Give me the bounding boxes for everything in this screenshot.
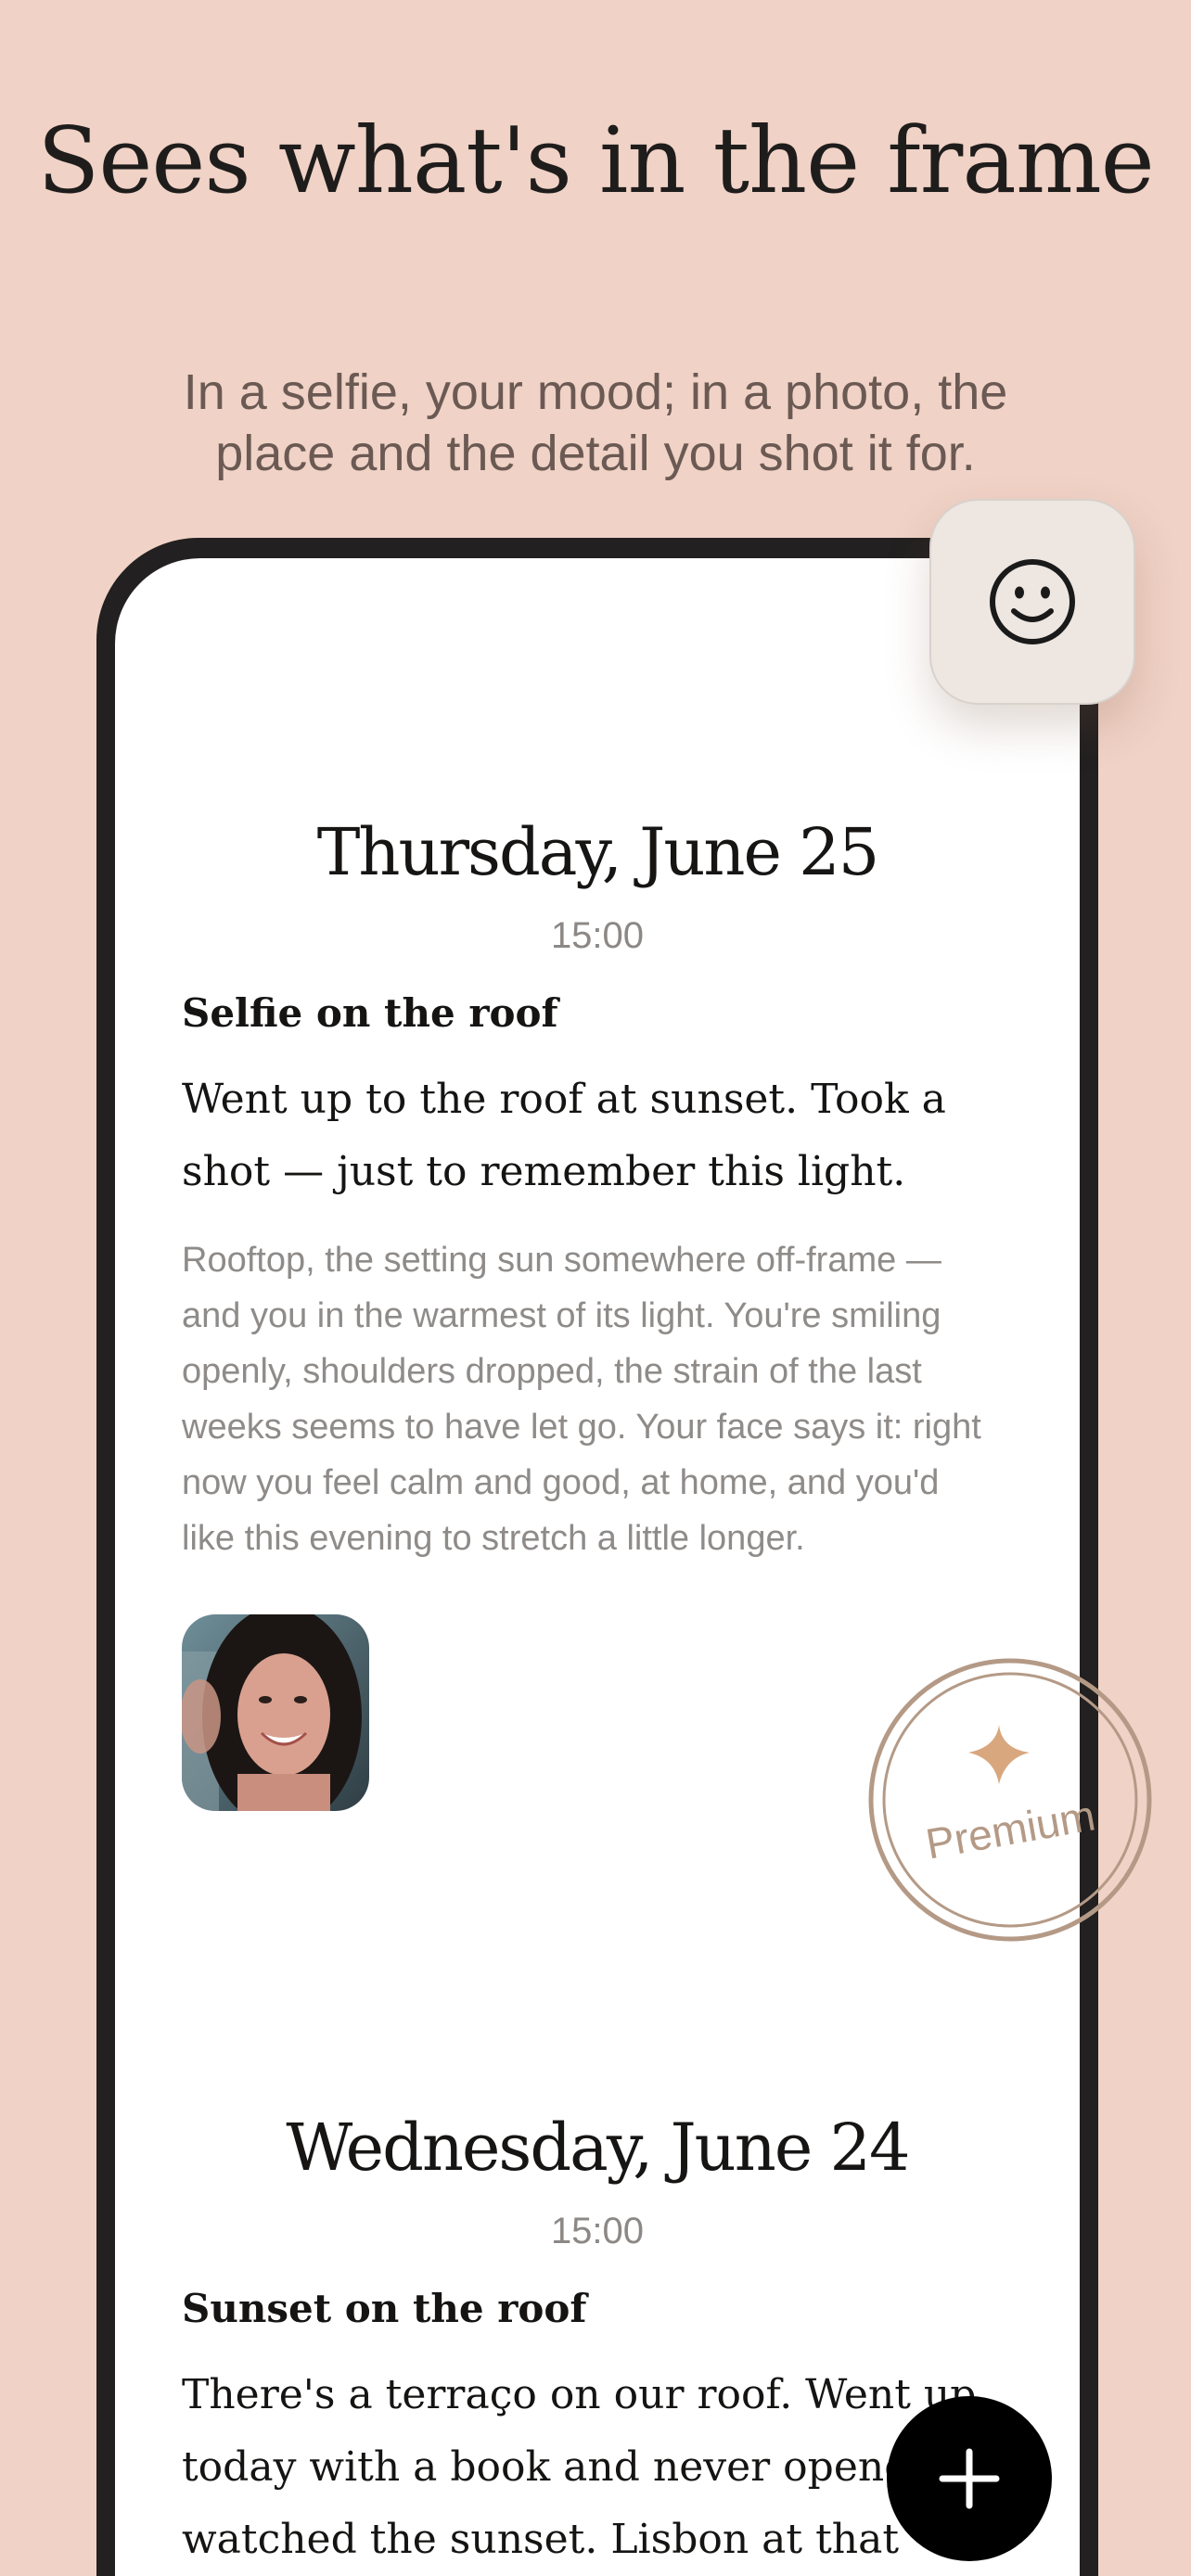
entry-date: Thursday, June 25 [316, 814, 880, 890]
entry-ai-reading: Rooftop, the setting sun somewhere off-f… [182, 1241, 981, 1558]
premium-badge: Premium [866, 1656, 1154, 1944]
premium-label: Premium [922, 1791, 1098, 1868]
entry-body: Went up to the roof at sunset. Took a sh… [182, 1076, 946, 1195]
entry-time: 15:00 [550, 2211, 645, 2251]
plus-icon [939, 2448, 1000, 2509]
journal-screen: Thursday, June 25 15:00 Selfie on the ro… [115, 558, 1080, 2576]
entry-body: There's a terraço on our roof. Went up t… [182, 2371, 990, 2563]
entry-title: Sunset on the roof [182, 2286, 587, 2331]
entry-time: 15:00 [550, 915, 645, 956]
selfie-thumbnail[interactable] [182, 1614, 369, 1811]
sparkle-icon [968, 1725, 1030, 1784]
add-entry-button[interactable] [887, 2396, 1052, 2561]
hero-subtitle: In a selfie, your mood; in a photo, the … [183, 364, 1008, 481]
mood-button[interactable] [929, 499, 1135, 705]
entry-title: Selfie on the roof [182, 990, 558, 1036]
entry-date: Wednesday, June 24 [286, 2110, 910, 2186]
hero-title: Sees what's in the frame [37, 108, 1155, 214]
phone-mockup: Thursday, June 25 15:00 Selfie on the ro… [96, 538, 1098, 2576]
smiley-face-icon [990, 559, 1075, 644]
